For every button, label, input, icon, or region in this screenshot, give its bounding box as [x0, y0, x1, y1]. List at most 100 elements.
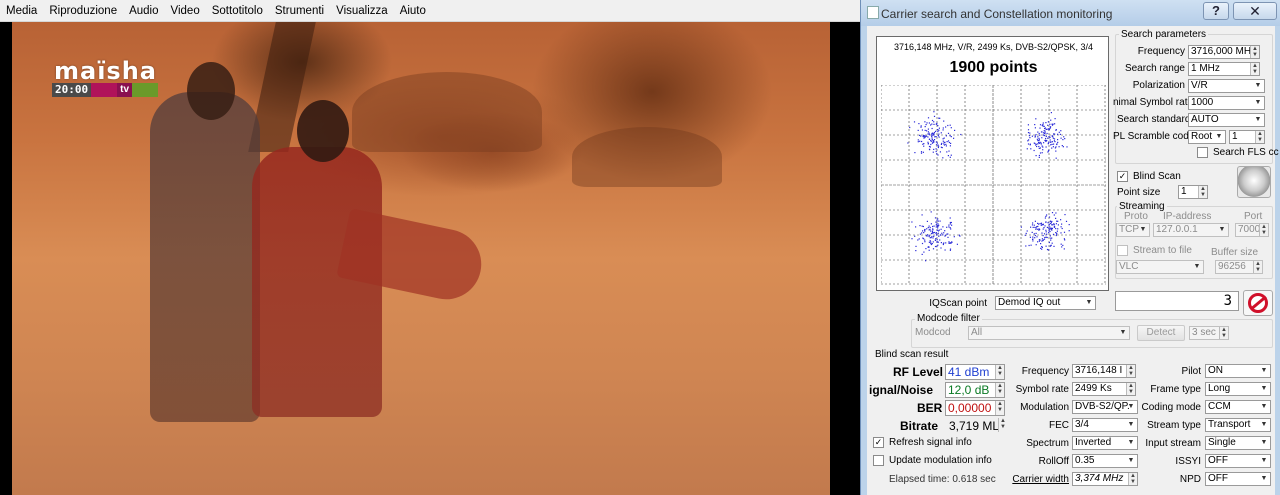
pilot-select[interactable]: ON ▼	[1205, 364, 1271, 378]
help-button[interactable]: ?	[1203, 2, 1229, 20]
search-range-input[interactable]: 1 MHz ▲ ▼	[1188, 62, 1260, 76]
constellation-point	[935, 221, 937, 223]
constellation-point	[1045, 122, 1047, 124]
carrier-width-spin[interactable]: ▲ ▼	[1128, 473, 1137, 485]
constellation-point	[917, 139, 919, 141]
player-select[interactable]: VLC ▼	[1116, 260, 1204, 274]
blind-scan-checkbox[interactable]: ✓	[1117, 171, 1128, 182]
carrier-width-label[interactable]: Carrier width	[1007, 474, 1069, 485]
menu-video[interactable]: Video	[165, 0, 206, 22]
iqscan-select[interactable]: Demod IQ out ▼	[995, 296, 1096, 310]
polarization-select[interactable]: V/R ▼	[1188, 79, 1265, 93]
stream-type-select[interactable]: Transport ▼	[1205, 418, 1271, 432]
chevron-down-icon: ▼	[1139, 226, 1147, 233]
constellation-point	[1039, 127, 1041, 129]
ip-address-select[interactable]: 127.0.0.1 ▼	[1153, 223, 1229, 237]
menu-aiuto[interactable]: Aiuto	[394, 0, 432, 22]
constellation-point	[1046, 132, 1048, 135]
modcode-filter-label: Modcode filter	[915, 313, 982, 324]
constellation-point	[1055, 217, 1057, 219]
npd-label: NPD	[1179, 474, 1201, 485]
search-fls-checkbox[interactable]	[1197, 147, 1208, 158]
update-modulation-checkbox[interactable]	[873, 455, 884, 466]
port-spin[interactable]: ▲ ▼	[1259, 224, 1268, 236]
search-standard-select[interactable]: AUTO ▼	[1188, 113, 1265, 127]
pl-scramble-mode-select[interactable]: Root ▼	[1188, 130, 1226, 144]
close-button[interactable]: ✕	[1233, 2, 1277, 20]
constellation-point	[907, 142, 909, 144]
constellation-point	[940, 247, 942, 249]
proto-select[interactable]: TCP ▼	[1116, 223, 1150, 237]
issyi-select[interactable]: OFF ▼	[1205, 454, 1271, 468]
modulation-select[interactable]: DVB-S2/QP. ▼	[1072, 400, 1138, 414]
constellation-point	[937, 223, 939, 225]
detect-seconds-spin[interactable]: ▲ ▼	[1219, 327, 1228, 339]
constellation-point	[1032, 236, 1034, 238]
bitrate-spin[interactable]: ▲ ▼	[998, 418, 1007, 432]
menu-media[interactable]: Media	[0, 0, 43, 22]
result-frequency-label: Frequency	[1021, 366, 1069, 377]
constellation-point	[1046, 128, 1048, 130]
fec-select[interactable]: 3/4 ▼	[1072, 418, 1138, 432]
constellation-point	[932, 225, 934, 228]
menu-visualizza[interactable]: Visualizza	[330, 0, 394, 22]
frame-type-select[interactable]: Long ▼	[1205, 382, 1271, 396]
result-symbol-rate-spin[interactable]: ▲ ▼	[1126, 383, 1135, 395]
menu-audio[interactable]: Audio	[123, 0, 164, 22]
constellation-point	[937, 232, 939, 234]
satellite-dish-icon[interactable]	[1237, 166, 1271, 198]
dialog-titlebar[interactable]: Carrier search and Constellation monitor…	[861, 0, 1280, 26]
constellation-point	[1049, 226, 1051, 228]
pl-scramble-input[interactable]: 1 ▲ ▼	[1229, 130, 1265, 144]
constellation-point	[932, 237, 934, 239]
constellation-point	[1037, 136, 1039, 138]
constellation-point	[938, 136, 940, 138]
buffer-size-input[interactable]: 96256 ▲ ▼	[1215, 260, 1263, 274]
constellation-point	[1045, 229, 1047, 231]
constellation-point	[1062, 244, 1064, 246]
refresh-signal-checkbox[interactable]: ✓	[873, 437, 884, 448]
menu-strumenti[interactable]: Strumenti	[269, 0, 330, 22]
detect-seconds-input[interactable]: 3 sec ▲ ▼	[1189, 326, 1229, 340]
snr-spin[interactable]: ▲ ▼	[995, 383, 1004, 397]
ber-spin[interactable]: ▲ ▼	[995, 401, 1004, 415]
video-frame[interactable]: maïsha 20:00 tv	[12, 22, 830, 495]
constellation-point	[959, 235, 961, 237]
frequency-spin[interactable]: ▲ ▼	[1250, 46, 1259, 58]
iq-counter-value: 3	[1223, 293, 1232, 309]
constellation-point	[1029, 132, 1031, 134]
coding-mode-select[interactable]: CCM ▼	[1205, 400, 1271, 414]
menu-sottotitolo[interactable]: Sottotitolo	[206, 0, 269, 22]
buffer-size-spin[interactable]: ▲ ▼	[1253, 261, 1262, 273]
constellation-point	[926, 130, 928, 132]
rf-level-spin[interactable]: ▲ ▼	[995, 365, 1004, 379]
spectrum-select[interactable]: Inverted ▼	[1072, 436, 1138, 450]
result-frequency-field: 3716,148 I ▲ ▼	[1072, 364, 1136, 378]
symbol-rate-select[interactable]: 1000 ▼	[1188, 96, 1265, 110]
detect-button[interactable]: Detect	[1137, 325, 1185, 341]
menu-riproduzione[interactable]: Riproduzione	[43, 0, 123, 22]
constellation-point	[938, 129, 940, 131]
search-range-spin[interactable]: ▲ ▼	[1250, 63, 1259, 75]
result-frequency-spin[interactable]: ▲ ▼	[1126, 365, 1135, 377]
frequency-input[interactable]: 3716,000 MHz ▲ ▼	[1188, 45, 1260, 59]
point-size-input[interactable]: 1 ▲ ▼	[1178, 185, 1208, 199]
constellation-point	[930, 242, 932, 244]
constellation-point	[1052, 137, 1054, 139]
port-input[interactable]: 7000 ▲ ▼	[1235, 223, 1269, 237]
constellation-point	[1027, 124, 1029, 126]
constellation-point	[1047, 222, 1049, 224]
npd-select[interactable]: OFF ▼	[1205, 472, 1271, 486]
constellation-point	[1047, 151, 1049, 153]
constellation-point	[1025, 232, 1027, 234]
constellation-point	[1034, 234, 1037, 237]
modulation-value: DVB-S2/QP.	[1075, 401, 1130, 412]
constellation-point	[949, 227, 951, 229]
point-size-spin[interactable]: ▲ ▼	[1198, 186, 1207, 198]
stream-to-file-checkbox[interactable]	[1117, 245, 1128, 256]
pl-scramble-spin[interactable]: ▲ ▼	[1255, 131, 1264, 143]
stop-icon[interactable]	[1243, 290, 1273, 316]
rolloff-select[interactable]: 0.35 ▼	[1072, 454, 1138, 468]
input-stream-select[interactable]: Single ▼	[1205, 436, 1271, 450]
modcod-select[interactable]: All ▼	[968, 326, 1130, 340]
